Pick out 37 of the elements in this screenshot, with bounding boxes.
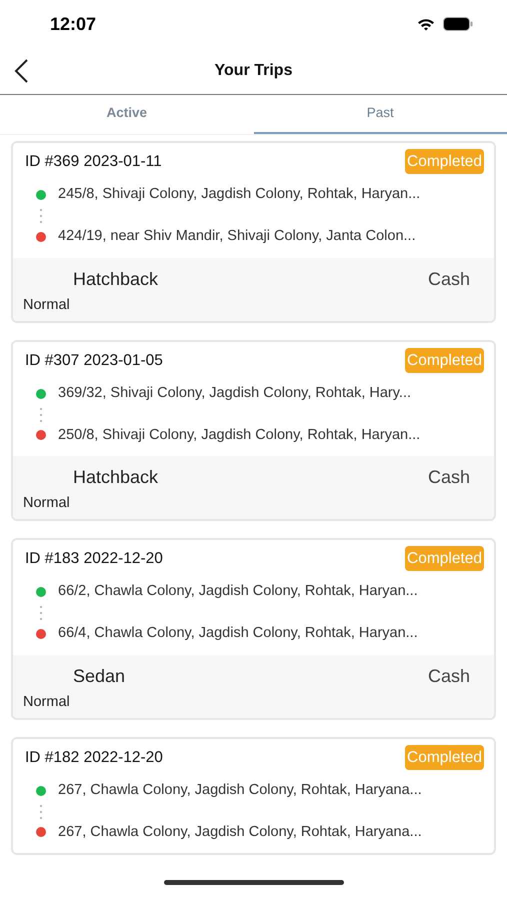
vehicle-type: Sedan: [73, 664, 126, 688]
payment-method: Cash: [428, 664, 470, 688]
status-badge: Completed: [405, 546, 484, 572]
tab[interactable]: Past: [254, 95, 507, 134]
trip-card[interactable]: ID #307 2023-01-05 Completed 369/32, Shivaji Colony, Jagdish Colony, Rohtak, Hary... 250/8, Shivaji Colony, Jagdish Colony, Rohtak, Haryan... Hatchback Cash Normal: [11, 340, 496, 521]
back-icon: [12, 58, 30, 84]
battery-icon: [443, 17, 473, 31]
drop-address: 267, Chawla Colony, Jagdish Colony, Rohtak, Haryana...: [58, 822, 422, 842]
pickup-address: 267, Chawla Colony, Jagdish Colony, Rohtak, Haryana...: [58, 780, 422, 800]
drop-address: 424/19, near Shiv Mandir, Shivaji Colony, Janta Colon...: [58, 227, 416, 246]
status-time: 12:07: [50, 12, 96, 36]
ride-type: Normal: [23, 692, 71, 712]
trip-id-date: ID #183 2022-12-20: [25, 549, 163, 569]
wifi-icon: [417, 18, 435, 30]
trip-id-date: ID #182 2022-12-20: [25, 748, 163, 768]
trip-card[interactable]: ID #183 2022-12-20 Completed 66/2, Chawla Colony, Jagdish Colony, Rohtak, Haryan... 66/4, Chawla Colony, Jagdish Colony, Rohtak, Haryan... Sedan Cash Normal: [11, 538, 496, 720]
trip-id-date: ID #369 2023-01-11: [25, 152, 162, 172]
vehicle-type: Hatchback: [73, 466, 158, 490]
status-badge: Completed: [405, 744, 484, 770]
page-title: Your Trips: [214, 61, 292, 81]
pickup-address: 66/2, Chawla Colony, Jagdish Colony, Rohtak, Haryan...: [58, 582, 418, 602]
trip-id-date: ID #307 2023-01-05: [25, 350, 163, 370]
status-badge: Completed: [405, 149, 484, 174]
pickup-address: 369/32, Shivaji Colony, Jagdish Colony, Rohtak, Hary...: [58, 384, 412, 403]
ride-type: Normal: [23, 296, 71, 315]
drop-address: 250/8, Shivaji Colony, Jagdish Colony, Rohtak, Haryan...: [58, 426, 420, 444]
payment-method: Cash: [428, 466, 470, 490]
back-button[interactable]: [12, 58, 30, 84]
trip-card[interactable]: ID #182 2022-12-20 Completed 267, Chawla Colony, Jagdish Colony, Rohtak, Haryana... 267, Chawla Colony, Jagdish Colony, Rohtak, Haryana...: [11, 736, 496, 856]
status-badge: Completed: [405, 348, 484, 373]
vehicle-type: Hatchback: [73, 268, 158, 291]
pickup-address: 245/8, Shivaji Colony, Jagdish Colony, Rohtak, Haryan...: [58, 185, 420, 204]
payment-method: Cash: [428, 268, 470, 291]
drop-address: 66/4, Chawla Colony, Jagdish Colony, Rohtak, Haryan...: [58, 624, 418, 643]
ride-type: Normal: [23, 494, 71, 514]
tab[interactable]: Active: [0, 95, 254, 134]
trip-card[interactable]: ID #369 2023-01-11 Completed 245/8, Shivaji Colony, Jagdish Colony, Rohtak, Haryan... 424/19, near Shiv Mandir, Shivaji Colony, Janta Colon... Hatchback Cash Normal: [11, 141, 496, 322]
